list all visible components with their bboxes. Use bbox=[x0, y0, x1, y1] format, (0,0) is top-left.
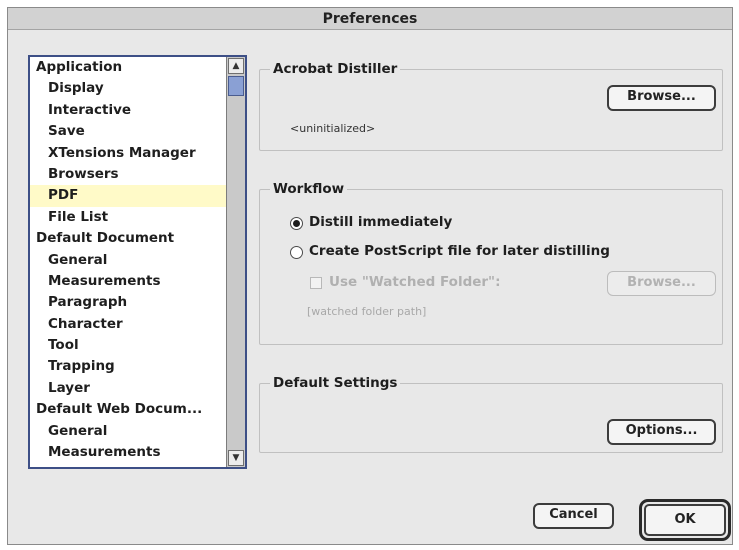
category-list-items[interactable]: Application Display Interactive Save XTensio… bbox=[30, 57, 226, 467]
category-item[interactable]: General bbox=[30, 250, 226, 271]
watched-folder-path-text: [watched folder path] bbox=[307, 305, 427, 318]
watched-folder-browse-button[interactable]: Browse... bbox=[607, 271, 716, 296]
category-item[interactable]: Character bbox=[30, 314, 226, 335]
category-item[interactable]: XTensions Manager bbox=[30, 143, 226, 164]
category-item[interactable]: Default Document bbox=[30, 228, 226, 249]
options-button[interactable]: Options... bbox=[607, 419, 716, 445]
scroll-thumb[interactable] bbox=[228, 76, 244, 96]
ok-button[interactable]: OK bbox=[644, 504, 726, 536]
workflow-group: Workflow bbox=[259, 180, 723, 345]
category-item[interactable]: Tool bbox=[30, 335, 226, 356]
category-item[interactable]: Measurements bbox=[30, 271, 226, 292]
watched-folder-checkbox[interactable] bbox=[310, 277, 322, 289]
category-item[interactable]: PDF bbox=[30, 185, 226, 207]
category-item[interactable]: Browsers bbox=[30, 164, 226, 185]
distiller-path-text: <uninitialized> bbox=[290, 122, 376, 135]
postscript-later-radio[interactable] bbox=[290, 246, 303, 259]
postscript-later-label[interactable]: Create PostScript file for later distill… bbox=[309, 243, 610, 259]
preferences-dialog: Preferences Application Display Interactiv… bbox=[7, 7, 733, 545]
category-item[interactable]: Paragraph bbox=[30, 292, 226, 313]
distill-immediately-label[interactable]: Distill immediately bbox=[309, 214, 452, 230]
distill-immediately-radio[interactable] bbox=[290, 217, 303, 230]
category-item[interactable]: Save bbox=[30, 121, 226, 142]
category-item[interactable]: Application bbox=[30, 57, 226, 78]
cancel-button[interactable]: Cancel bbox=[533, 503, 614, 529]
title-bar[interactable]: Preferences bbox=[8, 8, 732, 30]
category-item[interactable]: Interactive bbox=[30, 100, 226, 121]
default-settings-label: Default Settings bbox=[270, 374, 401, 392]
category-item[interactable]: Measurements bbox=[30, 442, 226, 463]
category-item[interactable]: File List bbox=[30, 207, 226, 228]
watched-folder-label: Use "Watched Folder": bbox=[329, 274, 501, 290]
category-item[interactable]: Display bbox=[30, 78, 226, 99]
category-item[interactable]: Layer bbox=[30, 378, 226, 399]
scroll-up-arrow-icon[interactable]: ▲ bbox=[228, 58, 244, 74]
workflow-label: Workflow bbox=[270, 180, 348, 198]
acrobat-distiller-label: Acrobat Distiller bbox=[270, 60, 401, 78]
category-item[interactable]: General bbox=[30, 421, 226, 442]
category-item[interactable]: Default Web Docum... bbox=[30, 399, 226, 420]
category-item[interactable]: Trapping bbox=[30, 356, 226, 377]
window-title: Preferences bbox=[322, 11, 418, 27]
scroll-down-arrow-icon[interactable]: ▼ bbox=[228, 450, 244, 466]
radio-selected-dot bbox=[293, 220, 300, 227]
list-scrollbar[interactable]: ▲ ▼ bbox=[226, 57, 245, 467]
category-list[interactable]: Application Display Interactive Save XTensio… bbox=[28, 55, 247, 469]
distiller-browse-button[interactable]: Browse... bbox=[607, 85, 716, 111]
